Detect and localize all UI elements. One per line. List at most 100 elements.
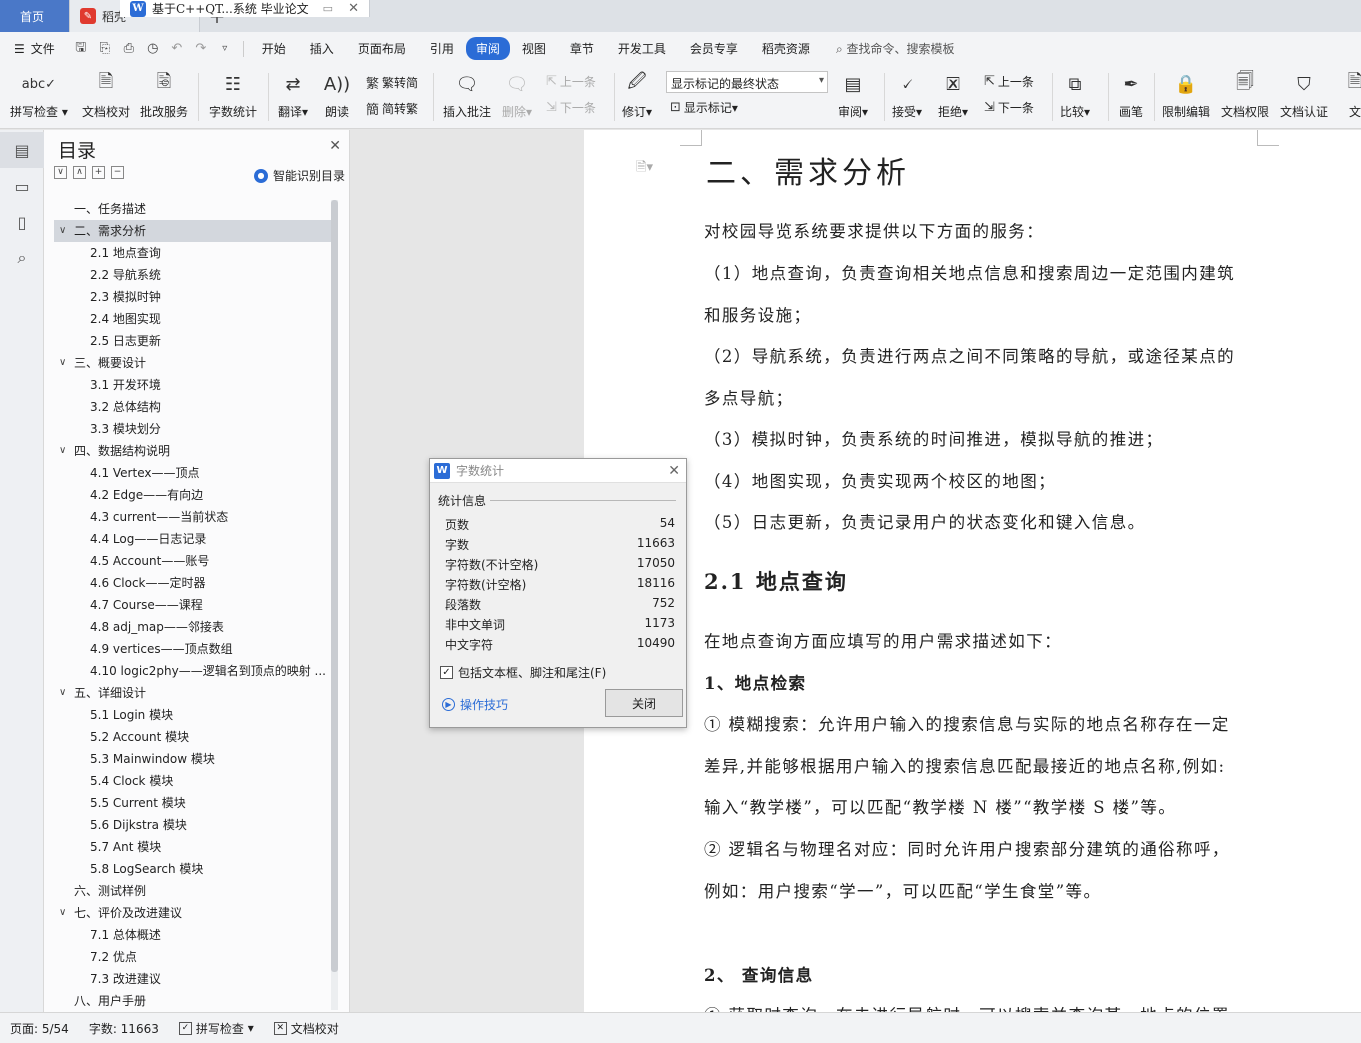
close-icon[interactable]: ✕ — [668, 463, 680, 479]
toc-item[interactable]: 3.1 开发环境 — [54, 374, 332, 396]
toc-item[interactable]: 7.3 改进建议 — [54, 968, 332, 990]
menu-page-layout[interactable]: 页面布局 — [346, 40, 418, 57]
menu-view[interactable]: 视图 — [510, 40, 558, 57]
toc-item[interactable]: 2.5 日志更新 — [54, 330, 332, 352]
doc-certify-button[interactable]: ⛉ 文档认证 — [1280, 69, 1328, 120]
undo-icon[interactable]: ↶ — [165, 41, 189, 56]
toc-panel-icon[interactable]: ▤ — [0, 132, 44, 168]
menu-developer[interactable]: 开发工具 — [606, 40, 678, 57]
toc-item[interactable]: 2.2 导航系统 — [54, 264, 332, 286]
word-count-indicator[interactable]: 字数: 11663 — [79, 1020, 169, 1037]
toc-item[interactable]: 4.3 current——当前状态 — [54, 506, 332, 528]
review-pane-button[interactable]: ▤ 审阅▾ — [838, 69, 868, 120]
reject-button[interactable]: 🗷 拒绝▾ — [938, 69, 968, 120]
chevron-down-icon[interactable]: ∨ — [59, 440, 66, 462]
toc-item[interactable]: 7.2 优点 — [54, 946, 332, 968]
toc-item[interactable]: 六、测试样例 — [54, 880, 332, 902]
collapse-down-icon[interactable]: ∨ — [54, 166, 67, 179]
menu-member[interactable]: 会员专享 — [678, 40, 750, 57]
toc-item[interactable]: ∨ 五、详细设计 — [54, 682, 332, 704]
toc-item[interactable]: 5.8 LogSearch 模块 — [54, 858, 332, 880]
toc-item[interactable]: 4.5 Account——账号 — [54, 550, 332, 572]
toc-item[interactable]: 5.5 Current 模块 — [54, 792, 332, 814]
section-nav-icon[interactable]: ▭ — [0, 168, 44, 204]
window-mode-icon[interactable]: ▭ — [323, 2, 333, 15]
doc-permission-button[interactable]: 🗐 文档权限 — [1221, 69, 1269, 120]
menu-review[interactable]: 审阅 — [465, 37, 510, 60]
chevron-down-icon[interactable]: ∨ — [59, 220, 66, 242]
toc-item[interactable]: ∨ 三、概要设计 — [54, 352, 332, 374]
chevron-down-icon[interactable]: ∨ — [59, 902, 66, 924]
tab-document[interactable]: W 基于C++QT...系统 毕业论文 ▭ ✕ — [120, 0, 370, 17]
chevron-down-icon[interactable]: ∨ — [59, 352, 66, 374]
tab-home[interactable]: 首页 — [0, 0, 70, 32]
read-aloud-button[interactable]: A)) 朗读 — [322, 69, 352, 120]
find-icon[interactable]: ⌕ — [0, 240, 44, 276]
print-icon[interactable]: ⎙ — [117, 41, 141, 56]
menu-docer-resources[interactable]: 稻壳资源 — [750, 40, 822, 57]
include-textboxes-checkbox[interactable]: ✓ 包括文本框、脚注和尾注(F) — [440, 664, 606, 681]
toc-item[interactable]: 2.1 地点查询 — [54, 242, 332, 264]
toc-item[interactable]: 4.1 Vertex——顶点 — [54, 462, 332, 484]
simp-to-trad-button[interactable]: 簡简转繁 — [366, 99, 418, 118]
toc-item[interactable]: 5.6 Dijkstra 模块 — [54, 814, 332, 836]
toc-item[interactable]: 5.3 Mainwindow 模块 — [54, 748, 332, 770]
toc-item[interactable]: 5.7 Ant 模块 — [54, 836, 332, 858]
toc-item[interactable]: 4.9 vertices——顶点数组 — [54, 638, 332, 660]
bookmark-icon[interactable]: ▯ — [0, 204, 44, 240]
next-comment-button[interactable]: ⇲ 下一条 — [546, 99, 596, 116]
toc-item[interactable]: 4.7 Course——课程 — [54, 594, 332, 616]
print-preview-icon[interactable]: ◷ — [141, 41, 165, 56]
document-page[interactable]: 🗎▾ 二、需求分析 对校园导览系统要求提供以下方面的服务： （1）地点查询，负责… — [584, 130, 1361, 1012]
menu-insert[interactable]: 插入 — [298, 40, 346, 57]
tips-link[interactable]: ▶ 操作技巧 — [442, 696, 508, 713]
page-indicator[interactable]: 页面: 5/54 — [0, 1020, 79, 1037]
export-pdf-icon[interactable]: ⎘ — [93, 41, 117, 56]
collapse-icon[interactable]: − — [111, 166, 124, 179]
collapse-up-icon[interactable]: ∧ — [73, 166, 86, 179]
more-ribbon-button[interactable]: 🗎 文 — [1340, 69, 1361, 120]
doc-proofread-status[interactable]: ✕ 文档校对 — [264, 1020, 349, 1037]
toc-scrollbar-thumb[interactable] — [331, 200, 338, 972]
toc-item[interactable]: 5.4 Clock 模块 — [54, 770, 332, 792]
toc-item[interactable]: 2.3 模拟时钟 — [54, 286, 332, 308]
toc-item[interactable]: ∨ 二、需求分析 — [54, 220, 332, 242]
spell-check-status[interactable]: ✓ 拼写检查 ▾ — [169, 1020, 264, 1037]
word-count-button[interactable]: ☷ 字数统计 — [209, 69, 257, 120]
delete-comment-button[interactable]: 🗨 删除▾ — [502, 69, 532, 120]
toc-item[interactable]: 4.4 Log——日志记录 — [54, 528, 332, 550]
insert-comment-button[interactable]: 🗨 插入批注 — [443, 69, 491, 120]
pen-button[interactable]: ✒ 画笔 — [1116, 69, 1146, 120]
customize-quick-access-icon[interactable]: ▿ — [213, 43, 237, 54]
file-menu[interactable]: ☰ 文件 — [0, 40, 69, 57]
toc-item[interactable]: 7.1 总体概述 — [54, 924, 332, 946]
toc-item[interactable]: 2.4 地图实现 — [54, 308, 332, 330]
paragraph-options-icon[interactable]: 🗎▾ — [636, 158, 653, 180]
markup-mode-select[interactable]: 显示标记的最终状态 ▾ — [666, 71, 828, 93]
toc-item[interactable]: 八、用户手册 — [54, 990, 332, 1012]
restrict-edit-button[interactable]: 🔒 限制编辑 — [1162, 69, 1210, 120]
menu-references[interactable]: 引用 — [418, 40, 466, 57]
dialog-titlebar[interactable]: W 字数统计 ✕ — [430, 459, 686, 483]
toc-item[interactable]: 4.8 adj_map——邻接表 — [54, 616, 332, 638]
menu-section[interactable]: 章节 — [558, 40, 606, 57]
prev-comment-button[interactable]: ⇱ 上一条 — [546, 73, 596, 90]
toc-item[interactable]: ∨ 七、评价及改进建议 — [54, 902, 332, 924]
toc-item[interactable]: 一、任务描述 — [54, 198, 332, 220]
prev-change-button[interactable]: ⇱ 上一条 — [984, 73, 1034, 90]
toc-item[interactable]: 3.3 模块划分 — [54, 418, 332, 440]
next-change-button[interactable]: ⇲ 下一条 — [984, 99, 1034, 116]
track-changes-button[interactable]: 🖉 修订▾ — [622, 69, 652, 120]
toc-item[interactable]: 5.2 Account 模块 — [54, 726, 332, 748]
correction-service-button[interactable]: 🗟 批改服务 — [140, 69, 188, 120]
save-icon[interactable]: 🖫 — [69, 38, 93, 60]
toc-item[interactable]: 5.1 Login 模块 — [54, 704, 332, 726]
toc-item[interactable]: 4.2 Edge——有向边 — [54, 484, 332, 506]
toc-item[interactable]: 4.6 Clock——定时器 — [54, 572, 332, 594]
doc-proofread-button[interactable]: 🗎 文档校对 — [82, 69, 130, 120]
smart-toc-button[interactable]: ● 智能识别目录 — [253, 167, 345, 184]
redo-icon[interactable]: ↷ — [189, 41, 213, 56]
show-markup-button[interactable]: ⊡ 显示标记 ▾ — [670, 99, 738, 116]
translate-button[interactable]: ⇄ 翻译▾ — [278, 69, 308, 120]
expand-icon[interactable]: + — [92, 166, 105, 179]
